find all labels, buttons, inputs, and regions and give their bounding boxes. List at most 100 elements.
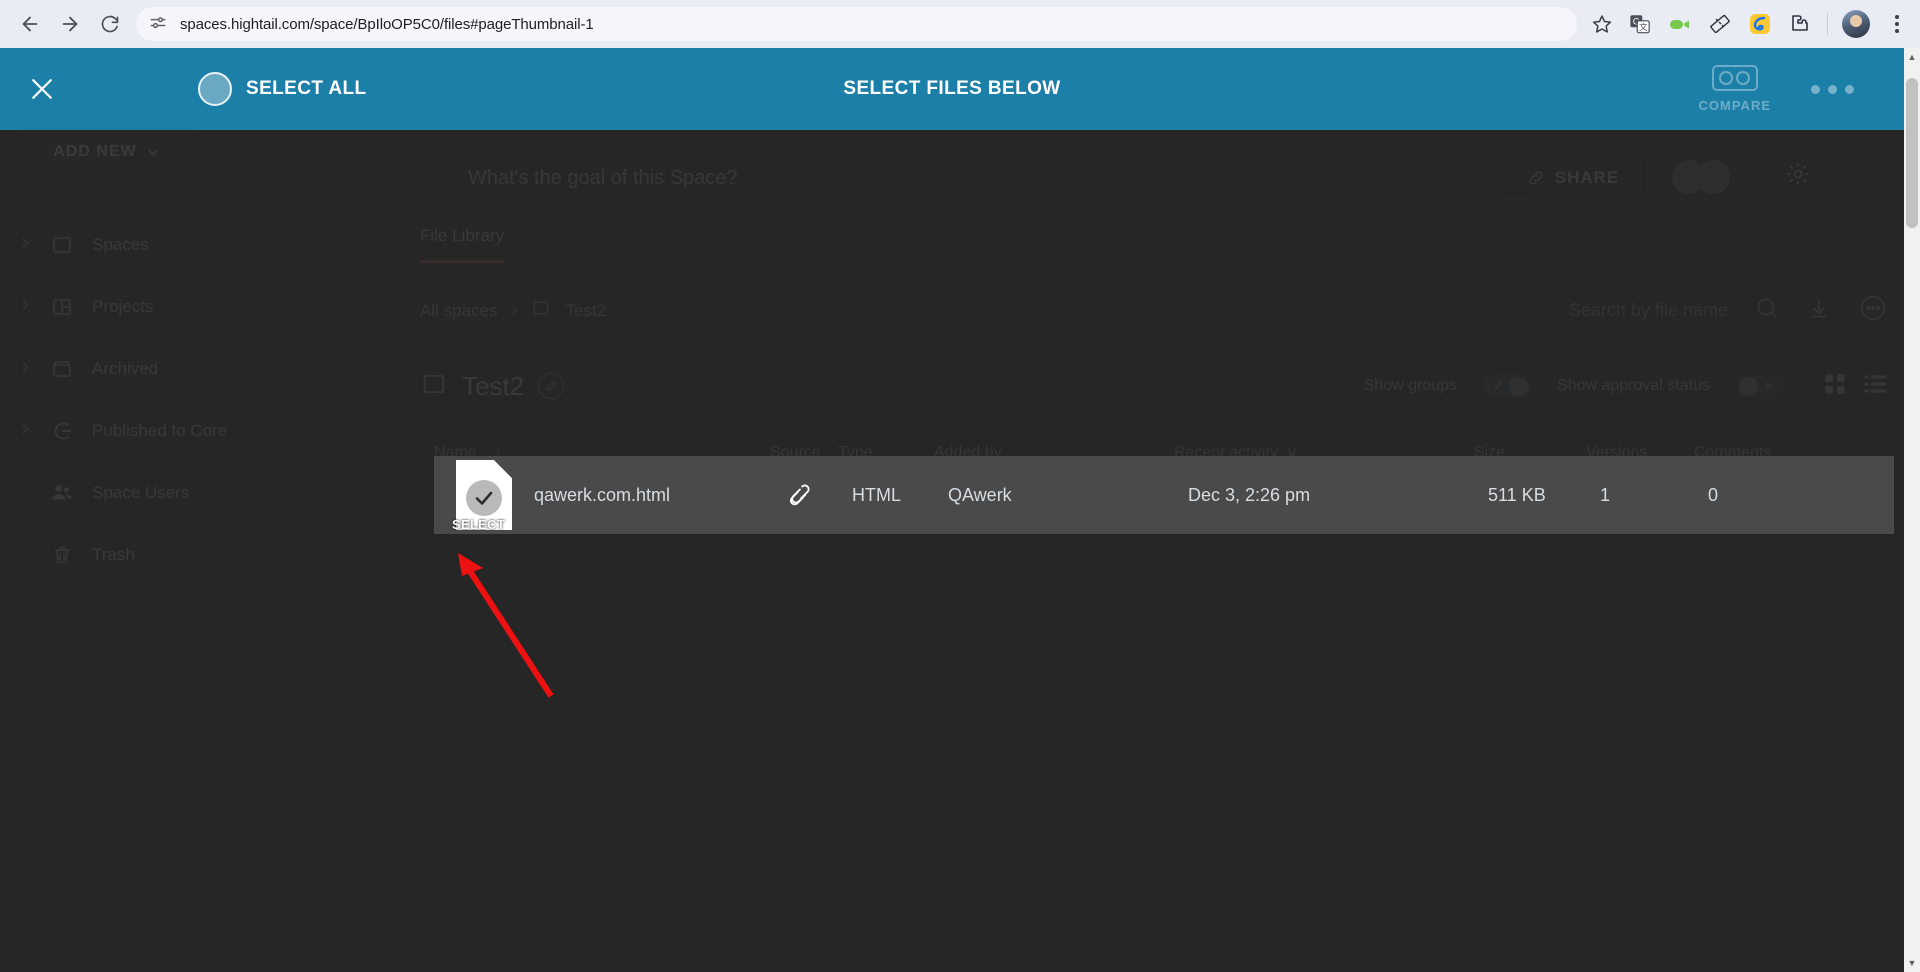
select-files-below-label: SELECT FILES BELOW xyxy=(843,78,1061,99)
paperclip-link-icon xyxy=(784,480,852,510)
highlighter-icon[interactable] xyxy=(1747,11,1773,37)
sidebar-item-label: Space Users xyxy=(92,482,190,502)
back-button[interactable] xyxy=(10,4,50,44)
sidebar-item-projects[interactable]: Projects xyxy=(0,276,420,338)
compare-button[interactable]: COMPARE xyxy=(1699,65,1771,113)
file-size: 511 KB xyxy=(1488,484,1546,505)
bookmark-star-icon[interactable] xyxy=(1585,7,1619,41)
document-check-icon[interactable]: SELECT xyxy=(452,460,512,532)
close-icon[interactable] xyxy=(16,74,68,104)
breadcrumb-separator: › xyxy=(511,300,518,320)
file-thumbnail[interactable]: SELECT xyxy=(434,460,534,532)
video-camera-icon[interactable] xyxy=(1667,11,1693,37)
download-icon[interactable] xyxy=(1806,295,1832,326)
url-text: spaces.hightail.com/space/BpIloOP5C0/fil… xyxy=(180,15,594,33)
address-bar[interactable]: spaces.hightail.com/space/BpIloOP5C0/fil… xyxy=(136,7,1577,41)
add-new-label: ADD NEW xyxy=(53,143,137,160)
share-label: SHARE xyxy=(1554,168,1620,187)
select-all-button[interactable]: SELECT ALL xyxy=(198,72,366,106)
gear-icon[interactable] xyxy=(1784,160,1812,193)
page-scrollbar[interactable]: ▲ ▼ xyxy=(1904,48,1920,972)
search-toolbar: Search by file name xyxy=(1569,293,1888,328)
scroll-down-arrow-icon[interactable]: ▼ xyxy=(1904,954,1920,972)
chevron-right-icon xyxy=(18,297,32,317)
view-mode-buttons xyxy=(1822,371,1888,402)
sidebar: ADD NEW Spaces Projects Archived Publish… xyxy=(0,48,420,972)
sidebar-item-label: Projects xyxy=(92,296,154,316)
grid-view-icon[interactable] xyxy=(1822,371,1848,402)
select-all-checkbox[interactable] xyxy=(198,72,232,106)
avatar[interactable] xyxy=(1842,10,1870,38)
puzzle-piece-icon[interactable] xyxy=(1787,11,1813,37)
file-comments: 0 xyxy=(1708,484,1719,505)
site-settings-icon[interactable] xyxy=(148,13,170,35)
scrollbar-thumb[interactable] xyxy=(1906,78,1918,228)
forward-button[interactable] xyxy=(50,4,90,44)
breadcrumb-current[interactable]: Test2 xyxy=(565,301,606,321)
folder-icon xyxy=(531,298,551,323)
extensions-area: G文 xyxy=(1619,10,1910,38)
sidebar-item-published-to-core[interactable]: Published to Core xyxy=(0,400,420,462)
sidebar-item-label: Trash xyxy=(92,544,135,564)
add-new-button[interactable]: ADD NEW xyxy=(18,126,196,178)
users-icon xyxy=(48,479,76,507)
sidebar-item-label: Archived xyxy=(92,358,159,378)
sidebar-item-label: Published to Core xyxy=(92,420,228,440)
chevron-down-icon xyxy=(147,149,158,156)
kebab-menu-icon[interactable] xyxy=(1884,11,1910,37)
pencil-icon[interactable] xyxy=(538,373,565,399)
folder-icon xyxy=(420,370,448,403)
chevron-right-icon xyxy=(18,235,32,255)
tab-file-library[interactable]: File Library xyxy=(420,226,505,263)
breadcrumb-root[interactable]: All spaces xyxy=(420,301,497,321)
app-viewport: ADD NEW Spaces Projects Archived Publish… xyxy=(0,48,1904,972)
file-added-by: QAwerk xyxy=(948,484,1012,505)
check-circle-icon[interactable] xyxy=(466,480,502,516)
select-bar-actions: COMPARE xyxy=(1699,65,1904,113)
space-members-avatars[interactable] xyxy=(1672,160,1730,194)
ruler-icon[interactable] xyxy=(1707,11,1733,37)
toggle-show-approval-status[interactable]: ✕ xyxy=(1736,374,1784,398)
toggle-show-groups[interactable]: ✓ xyxy=(1483,374,1532,398)
folder-icon xyxy=(48,231,76,259)
folder-header: Test2 Show groups ✓ Show approval status… xyxy=(420,348,1888,424)
toggle-label-show-approval-status: Show approval status xyxy=(1557,377,1710,394)
view-toggles: Show groups ✓ Show approval status ✕ xyxy=(1364,371,1888,402)
toggle-knob xyxy=(1739,376,1758,396)
sidebar-nav: Spaces Projects Archived Published to Co… xyxy=(0,214,420,586)
tab-bar: File Library xyxy=(420,226,1888,274)
avatar xyxy=(1696,160,1730,194)
breadcrumb: All spaces › Test2 xyxy=(420,298,606,323)
compare-label: COMPARE xyxy=(1698,98,1771,113)
share-link-icon xyxy=(1529,171,1543,185)
chevron-right-icon xyxy=(18,421,32,441)
compare-icon xyxy=(1711,65,1758,91)
toggle-knob xyxy=(1509,376,1529,396)
file-versions: 1 xyxy=(1600,484,1611,505)
sidebar-item-archived[interactable]: Archived xyxy=(0,338,420,400)
sidebar-item-space-users[interactable]: Space Users xyxy=(0,462,420,524)
search-input[interactable]: Search by file name xyxy=(1569,300,1728,321)
toggle-mark: ✓ xyxy=(1493,378,1505,393)
select-label: SELECT xyxy=(452,517,506,532)
share-button[interactable]: SHARE xyxy=(1498,156,1648,200)
sidebar-item-spaces[interactable]: Spaces xyxy=(0,214,420,276)
trash-icon xyxy=(48,541,76,569)
toggle-mark: ✕ xyxy=(1763,378,1774,393)
select-all-label: SELECT ALL xyxy=(246,78,367,99)
reload-button[interactable] xyxy=(90,4,130,44)
toolbar-divider xyxy=(1827,13,1828,35)
file-recent-activity: Dec 3, 2:26 pm xyxy=(1188,484,1311,505)
file-name[interactable]: qawerk.com.html xyxy=(534,485,784,506)
list-view-icon[interactable] xyxy=(1862,371,1888,402)
search-icon[interactable] xyxy=(1754,295,1780,326)
browser-toolbar: spaces.hightail.com/space/BpIloOP5C0/fil… xyxy=(0,0,1920,48)
more-options-icon[interactable] xyxy=(1811,84,1854,94)
more-options-icon[interactable] xyxy=(1858,293,1888,328)
table-row[interactable]: SELECT qawerk.com.html HTML QAwerk Dec 3… xyxy=(434,456,1894,534)
translate-icon[interactable]: G文 xyxy=(1627,11,1653,37)
folder-name: Test2 xyxy=(462,370,525,401)
scroll-up-arrow-icon[interactable]: ▲ xyxy=(1904,48,1920,66)
sidebar-item-label: Spaces xyxy=(92,234,149,254)
sidebar-item-trash[interactable]: Trash xyxy=(0,524,420,586)
